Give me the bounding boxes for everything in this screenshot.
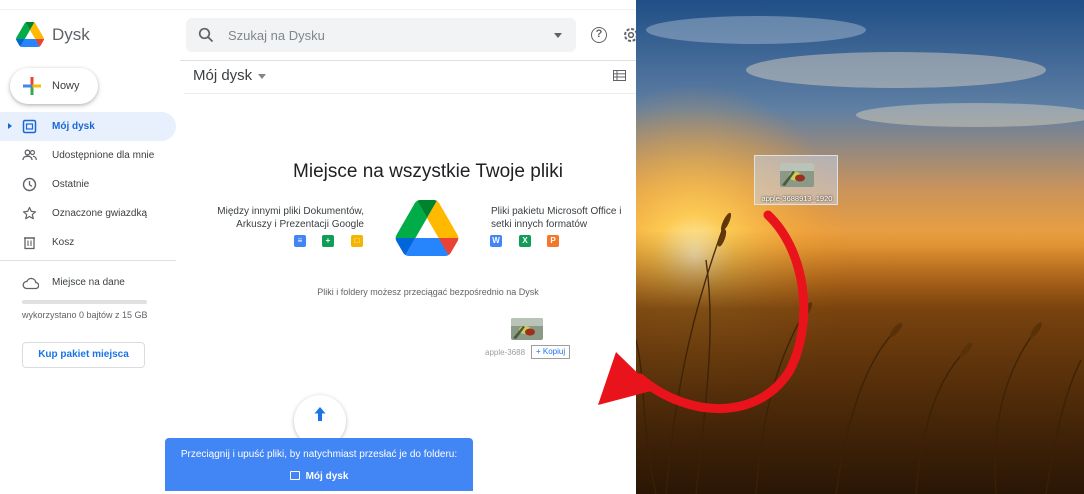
search-icon[interactable] xyxy=(198,27,214,43)
copy-tooltip: + Kopiuj xyxy=(531,345,571,359)
sidebar-item-starred[interactable]: Oznaczone gwiazdką xyxy=(0,199,176,228)
drive-logo[interactable]: Dysk xyxy=(16,22,90,47)
drop-hint-text: Pliki i foldery możesz przeciągać bezpoś… xyxy=(317,287,539,297)
app-name: Dysk xyxy=(52,24,90,44)
excel-icon: X xyxy=(519,235,531,247)
clock-icon xyxy=(22,177,37,192)
sidebar-item-trash[interactable]: Kosz xyxy=(0,228,176,257)
drive-logo-icon xyxy=(16,22,44,47)
sidebar-item-storage[interactable]: Miejsce na dane xyxy=(0,268,176,297)
browser-top-edge xyxy=(0,0,636,10)
new-button[interactable]: Nowy xyxy=(10,68,98,104)
upload-target-folder: Mój dysk xyxy=(165,471,473,482)
shared-icon xyxy=(22,149,37,161)
storage-usage-bar xyxy=(22,300,147,304)
expand-arrow-icon[interactable] xyxy=(8,123,12,129)
sidebar-item-label: Oznaczone gwiazdką xyxy=(52,208,148,219)
upload-target-label: Mój dysk xyxy=(305,471,349,482)
powerpoint-icon: P xyxy=(547,235,559,247)
sidebar-item-label: Udostępnione dla mnie xyxy=(52,150,155,161)
star-icon xyxy=(22,206,37,220)
my-drive-icon xyxy=(22,119,37,134)
sidebar-item-recent[interactable]: Ostatnie xyxy=(0,170,176,199)
upload-banner-text: Przeciągnij i upuść pliki, by natychmias… xyxy=(180,449,458,460)
empty-state-title: Miejsce na wszystkie Twoje pliki xyxy=(293,161,563,182)
storage-label: Miejsce na dane xyxy=(52,277,125,288)
sheets-icon: + xyxy=(322,235,334,247)
sidebar-nav: Mój dysk Udostępnione dla mnie Ostatnie … xyxy=(0,112,176,257)
storage-used-text: wykorzystano 0 bajtów z 15 GB xyxy=(22,310,148,320)
search-input[interactable]: Szukaj na Dysku xyxy=(228,28,325,43)
search-bar[interactable]: Szukaj na Dysku xyxy=(186,18,576,52)
drag-direction-arrow xyxy=(598,210,809,413)
content-divider xyxy=(184,93,636,94)
upload-drop-banner: Przeciągnij i upuść pliki, by natychmias… xyxy=(165,438,473,491)
folder-title-dropdown[interactable]: Mój dysk xyxy=(193,67,267,84)
new-button-label: Nowy xyxy=(52,80,80,92)
cloud-icon xyxy=(22,277,39,290)
desktop-file-icon[interactable]: apple-3688913_1920 xyxy=(754,155,838,205)
drive-large-logo-icon xyxy=(395,200,459,256)
folder-title: Mój dysk xyxy=(193,67,253,84)
plus-icon xyxy=(23,77,41,95)
dragged-file-thumbnail xyxy=(511,318,543,340)
header-divider xyxy=(180,60,636,61)
gear-icon[interactable] xyxy=(622,26,636,44)
docs-icon: ≡ xyxy=(294,235,306,247)
list-view-icon[interactable] xyxy=(613,70,626,81)
sidebar-item-my-drive[interactable]: Mój dysk xyxy=(0,112,176,141)
trash-icon xyxy=(24,237,35,250)
sidebar-item-shared[interactable]: Udostępnione dla mnie xyxy=(0,141,176,170)
chevron-down-icon xyxy=(258,73,267,79)
help-icon[interactable]: ? xyxy=(591,27,607,43)
arrow-up-icon xyxy=(314,407,326,421)
slides-icon: □ xyxy=(351,235,363,247)
word-icon: W xyxy=(490,235,502,247)
search-options-icon[interactable] xyxy=(554,33,562,38)
drive-window: Dysk Szukaj na Dysku ? Mój dysk Nowy Mój… xyxy=(0,0,636,494)
google-formats-text: Między innymi pliki Dokumentów, Arkuszy … xyxy=(217,206,364,230)
image-file-thumbnail xyxy=(780,163,814,187)
sidebar-item-label: Kosz xyxy=(52,237,75,248)
dragged-file-name: apple-3688 xyxy=(485,348,526,357)
desktop-file-name: apple-3688913_1920 xyxy=(761,194,833,203)
buy-storage-button[interactable]: Kup pakiet miejsca xyxy=(22,342,145,368)
sidebar-item-label: Ostatnie xyxy=(52,179,90,190)
sidebar-divider xyxy=(0,260,176,261)
sidebar-item-label: Mój dysk xyxy=(52,121,95,132)
my-drive-icon xyxy=(289,471,300,480)
